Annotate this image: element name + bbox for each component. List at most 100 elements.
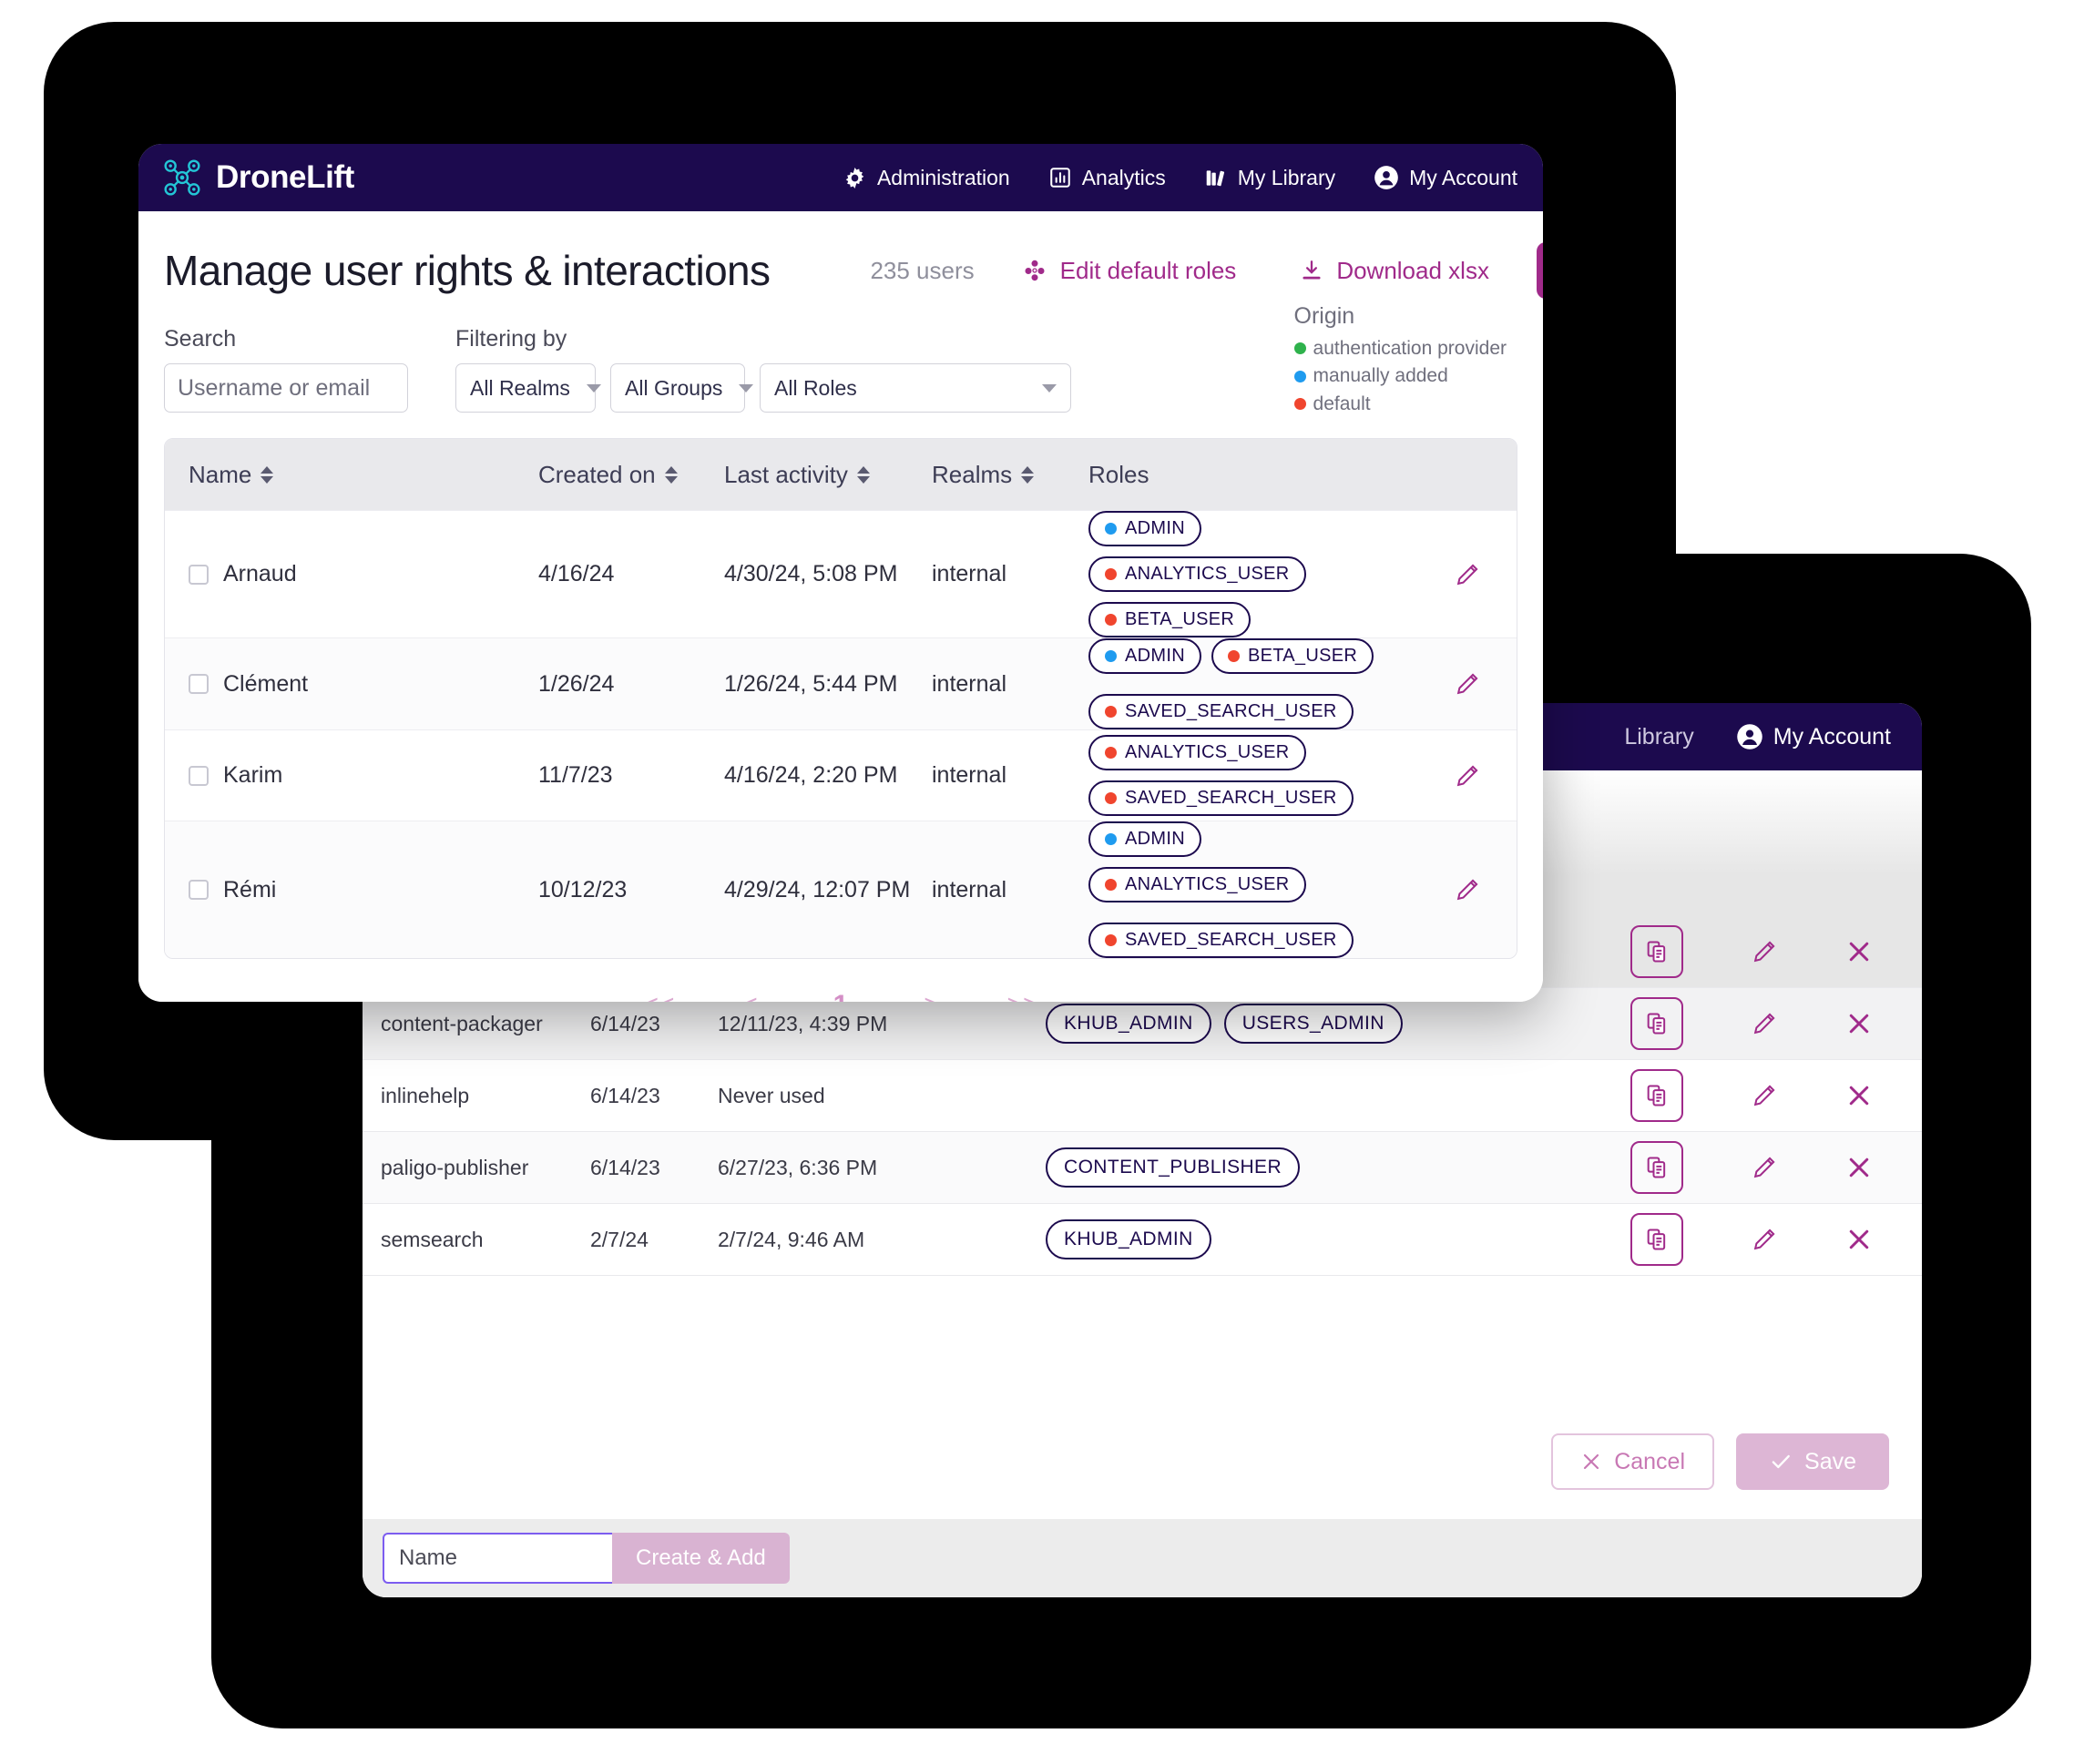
table-row[interactable]: Karim 11/7/23 4/16/24, 2:20 PM internal … xyxy=(165,729,1517,821)
row-edit-button[interactable] xyxy=(1418,670,1517,698)
dialog-footer-actions: Cancel Save xyxy=(1551,1433,1889,1490)
table-row[interactable]: inlinehelp 6/14/23 Never used xyxy=(363,1060,1922,1132)
row-checkbox[interactable] xyxy=(189,880,209,900)
column-header-created-on[interactable]: Created on xyxy=(538,461,724,489)
column-header-last-activity[interactable]: Last activity xyxy=(724,461,932,489)
new-user-button[interactable]: New user xyxy=(1536,242,1543,299)
realms-select-value: All Realms xyxy=(470,375,570,400)
role-badge: KHUB_ADMIN xyxy=(1046,1004,1211,1044)
role-badge-label: ADMIN xyxy=(1125,829,1185,849)
filtering-by-label: Filtering by xyxy=(455,326,567,352)
column-header-realms[interactable]: Realms xyxy=(932,461,1088,489)
close-x-icon[interactable] xyxy=(1845,1154,1873,1181)
pagination-last[interactable]: >> xyxy=(977,990,1068,1002)
row-roles: ANALYTICS_USER SAVED_SEARCH_USER xyxy=(1088,735,1418,816)
nav-item-library-partial[interactable]: Library xyxy=(1624,724,1693,750)
row-checkbox[interactable] xyxy=(189,674,209,694)
row-last-activity: 4/16/24, 2:20 PM xyxy=(724,762,898,788)
close-x-icon xyxy=(1580,1451,1602,1473)
row-last-activity: 6/27/23, 6:36 PM xyxy=(718,1155,878,1179)
nav-item-my-account-label-back: My Account xyxy=(1773,723,1891,749)
clipboard-copy-icon[interactable] xyxy=(1630,925,1683,978)
row-edit-button[interactable] xyxy=(1418,876,1517,903)
clipboard-copy-icon[interactable] xyxy=(1630,1141,1683,1194)
create-and-add-button[interactable]: Create & Add xyxy=(612,1533,790,1584)
pencil-icon[interactable] xyxy=(1751,938,1778,965)
role-badge: ADMIN xyxy=(1088,821,1201,857)
row-name: Karim xyxy=(223,762,283,788)
screenshot-stage: Library My Account content-publisher 6/1… xyxy=(0,0,2074,1764)
table-row[interactable]: Arnaud 4/16/24 4/30/24, 5:08 PM internal… xyxy=(165,510,1517,637)
clipboard-copy-icon[interactable] xyxy=(1630,997,1683,1050)
table-row[interactable]: Rémi 10/12/23 4/29/24, 12:07 PM internal… xyxy=(165,821,1517,958)
pagination-next[interactable]: > xyxy=(886,990,977,1002)
name-input[interactable] xyxy=(383,1533,612,1584)
clipboard-copy-icon[interactable] xyxy=(1630,1213,1683,1266)
role-badge: CONTENT_PUBLISHER xyxy=(1046,1147,1301,1188)
pencil-icon[interactable] xyxy=(1751,1082,1778,1109)
pagination-first[interactable]: << xyxy=(613,990,704,1002)
close-x-icon[interactable] xyxy=(1845,1226,1873,1253)
nav-item-administration[interactable]: Administration xyxy=(843,166,1010,190)
row-roles: ADMIN ANALYTICS_USER BETA_USER xyxy=(1088,511,1418,637)
column-header-last-activity-label: Last activity xyxy=(724,460,848,488)
row-created-on: 4/16/24 xyxy=(538,561,615,586)
row-edit-button[interactable] xyxy=(1418,561,1517,588)
roles-select-value: All Roles xyxy=(774,375,857,400)
row-created-on: 10/12/23 xyxy=(538,876,628,902)
origin-dot xyxy=(1105,934,1117,946)
bar-chart-icon xyxy=(1048,166,1072,189)
close-x-icon[interactable] xyxy=(1845,938,1873,965)
filter-selects: All Realms All Groups All Roles xyxy=(455,363,1071,413)
role-badge: KHUB_ADMIN xyxy=(1046,1219,1211,1259)
roles-select[interactable]: All Roles xyxy=(760,363,1071,413)
role-badge: USERS_ADMIN xyxy=(1223,1004,1403,1044)
main-window: DroneLift Administration Analytics My Li… xyxy=(138,144,1543,1002)
column-header-name[interactable]: Name xyxy=(189,461,538,489)
chevron-down-icon xyxy=(739,383,754,393)
role-badge: ANALYTICS_USER xyxy=(1088,867,1306,902)
row-checkbox[interactable] xyxy=(189,564,209,585)
role-badge: BETA_USER xyxy=(1088,602,1252,637)
row-created-on: 6/14/23 xyxy=(590,1155,660,1179)
row-name-cell: Karim xyxy=(189,762,538,789)
origin-dot xyxy=(1105,523,1117,535)
row-actions xyxy=(1614,1213,1905,1266)
sort-icon xyxy=(261,465,274,484)
clipboard-copy-icon[interactable] xyxy=(1630,1069,1683,1122)
pencil-icon[interactable] xyxy=(1751,1010,1778,1037)
nav-item-analytics[interactable]: Analytics xyxy=(1048,166,1166,190)
realms-select[interactable]: All Realms xyxy=(455,363,601,413)
brand[interactable]: DroneLift xyxy=(162,158,354,198)
role-badge-label: SAVED_SEARCH_USER xyxy=(1125,930,1337,950)
groups-select[interactable]: All Groups xyxy=(610,363,754,413)
nav-item-my-library[interactable]: My Library xyxy=(1204,166,1335,190)
cancel-button[interactable]: Cancel xyxy=(1551,1433,1715,1490)
close-x-icon[interactable] xyxy=(1845,1082,1873,1109)
books-icon xyxy=(1204,166,1228,189)
row-edit-button[interactable] xyxy=(1418,762,1517,790)
table-row[interactable]: semsearch 2/7/24 2/7/24, 9:46 AM KHUB_AD… xyxy=(363,1204,1922,1276)
pagination-prev[interactable]: < xyxy=(704,990,795,1002)
role-badge: SAVED_SEARCH_USER xyxy=(1088,780,1354,816)
pagination-page-1[interactable]: 1 xyxy=(795,990,886,1002)
download-xlsx-button[interactable]: Download xlsx xyxy=(1300,257,1489,285)
download-xlsx-label: Download xlsx xyxy=(1336,256,1489,284)
legend-dot-red xyxy=(1293,398,1306,411)
row-roles: KHUB_ADMIN xyxy=(1046,1219,1614,1259)
row-created-on: 1/26/24 xyxy=(538,670,615,697)
edit-default-roles-button[interactable]: Edit default roles xyxy=(1022,257,1236,285)
nav-item-my-account-back[interactable]: My Account xyxy=(1736,723,1891,750)
nav-item-my-account[interactable]: My Account xyxy=(1374,165,1517,190)
close-x-icon[interactable] xyxy=(1845,1010,1873,1037)
table-row[interactable]: Clément 1/26/24 1/26/24, 5:44 PM interna… xyxy=(165,637,1517,729)
pencil-icon[interactable] xyxy=(1751,1226,1778,1253)
save-button[interactable]: Save xyxy=(1736,1433,1889,1490)
pencil-icon[interactable] xyxy=(1751,1154,1778,1181)
table-row[interactable]: paligo-publisher 6/14/23 6/27/23, 6:36 P… xyxy=(363,1132,1922,1204)
column-header-roles: Roles xyxy=(1088,461,1517,489)
users-table: Name Created on Last activity Realms Rol… xyxy=(164,438,1517,959)
search-input[interactable] xyxy=(164,363,408,413)
cancel-button-label: Cancel xyxy=(1614,1448,1686,1474)
row-checkbox[interactable] xyxy=(189,765,209,786)
